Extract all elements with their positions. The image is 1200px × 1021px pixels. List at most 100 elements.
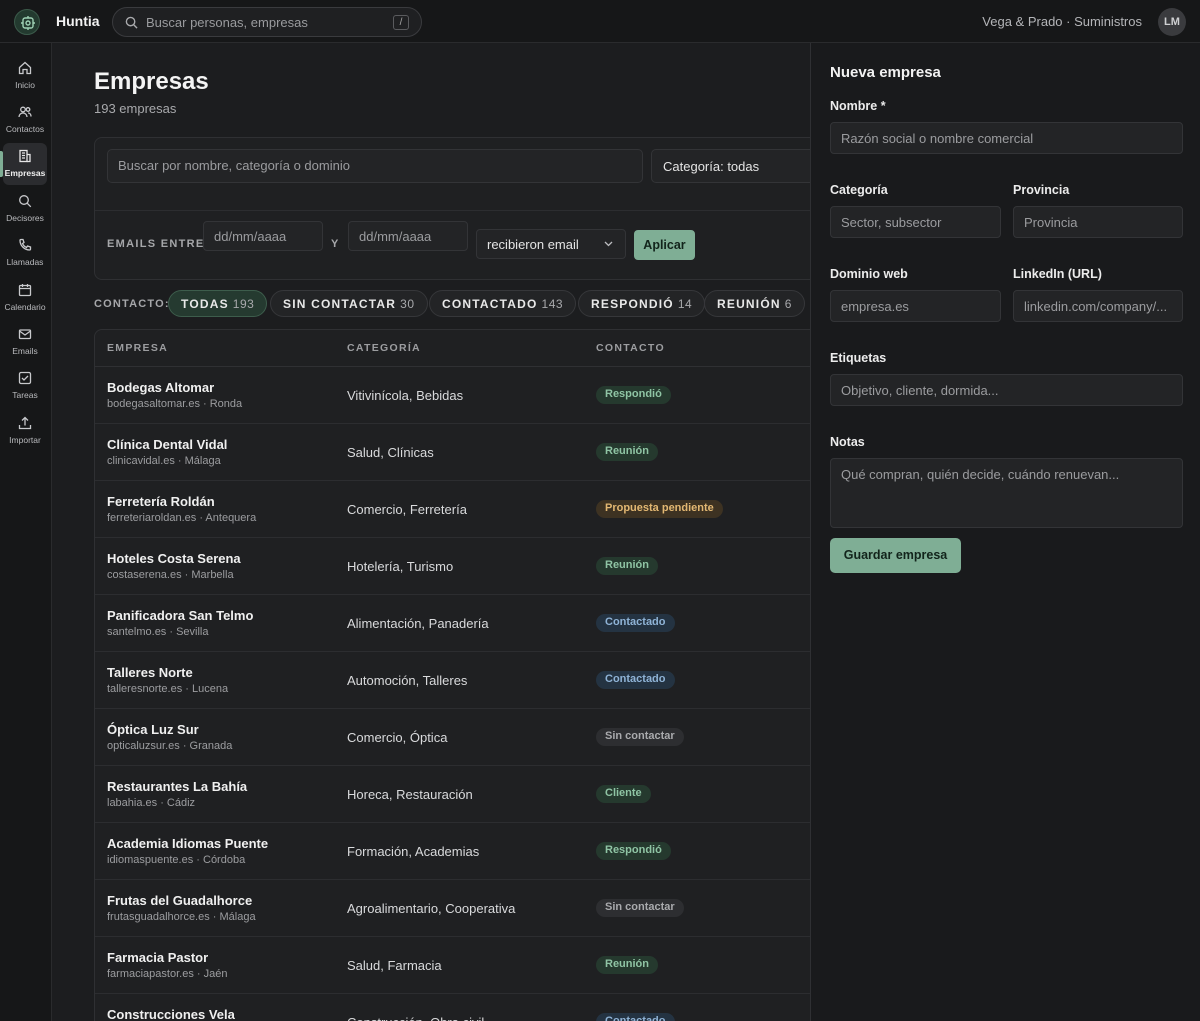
linkedin-input[interactable]	[1024, 299, 1176, 314]
company-name[interactable]: Ferretería Roldán	[107, 494, 215, 509]
linkedin-field[interactable]	[1013, 290, 1183, 322]
search-icon	[125, 16, 138, 29]
notes-label: Notas	[830, 435, 865, 449]
column-header-company[interactable]: EMPRESA	[107, 342, 168, 354]
sidebar-item-importar[interactable]: Importar	[3, 410, 47, 452]
table-row[interactable]: Construcciones Vela Construcción, Obra ci…	[95, 994, 810, 1021]
company-name[interactable]: Bodegas Altomar	[107, 380, 214, 395]
notes-field[interactable]	[830, 458, 1183, 528]
app-brand: Huntia	[56, 13, 100, 29]
company-domain-city: bodegasaltomar.es · Ronda	[107, 398, 243, 410]
date-to-input[interactable]	[359, 229, 459, 244]
organization-name[interactable]: Vega & Prado · Suministros	[982, 14, 1142, 29]
table-row[interactable]: Talleres Norte talleresnorte.es · Lucena A…	[95, 652, 810, 709]
company-domain-city: talleresnorte.es · Lucena	[107, 683, 229, 695]
status-badge: Contactado	[596, 614, 675, 632]
domain-input[interactable]	[841, 299, 991, 314]
company-name[interactable]: Academia Idiomas Puente	[107, 836, 268, 851]
company-category: Salud, Farmacia	[347, 958, 442, 973]
sidebar-item-tareas[interactable]: Tareas	[3, 365, 47, 407]
province-field[interactable]	[1013, 206, 1183, 238]
pill-count: 6	[784, 297, 792, 311]
sidebar-item-emails[interactable]: Emails	[3, 321, 47, 363]
user-avatar[interactable]: LM	[1158, 8, 1186, 36]
contact-pill-reunion[interactable]: REUNIÓN 6	[704, 290, 805, 317]
table-row[interactable]: Panificadora San Telmo santelmo.es · Sevi…	[95, 595, 810, 652]
email-mode-select[interactable]: recibieron email	[476, 229, 626, 259]
calendar-icon	[18, 284, 32, 297]
category-field[interactable]	[830, 206, 1001, 238]
date-to-field[interactable]	[348, 221, 468, 251]
province-label: Provincia	[1013, 183, 1070, 197]
domain-field[interactable]	[830, 290, 1001, 322]
table-row[interactable]: Frutas del Guadalhorce frutasguadalhorce.…	[95, 880, 810, 937]
emails-between-label: EMAILS ENTRE	[107, 238, 205, 250]
sidebar-item-contactos[interactable]: Contactos	[3, 99, 47, 141]
companies-table: EMPRESA CATEGORÍA CONTACTO Bodegas Altom…	[94, 329, 810, 1021]
company-domain-city: clinicavidal.es · Málaga	[107, 455, 221, 467]
company-domain-city: opticaluzsur.es · Granada	[107, 740, 233, 752]
category-filter[interactable]: Categoría: todas	[651, 149, 810, 183]
table-row[interactable]: Bodegas Altomar bodegasaltomar.es · Ronda…	[95, 367, 810, 424]
table-row[interactable]: Farmacia Pastor farmaciapastor.es · Jaén S…	[95, 937, 810, 994]
app-logo-icon[interactable]	[14, 9, 40, 35]
page-title: Empresas	[94, 68, 209, 95]
save-company-button[interactable]: Guardar empresa	[830, 538, 961, 573]
company-name[interactable]: Farmacia Pastor	[107, 950, 208, 965]
company-name[interactable]: Clínica Dental Vidal	[107, 437, 227, 452]
company-name[interactable]: Talleres Norte	[107, 665, 193, 680]
date-from-input[interactable]	[214, 229, 314, 244]
table-row[interactable]: Restaurantes La Bahía labahia.es · Cádiz H…	[95, 766, 810, 823]
table-row[interactable]: Clínica Dental Vidal clinicavidal.es · Má…	[95, 424, 810, 481]
company-domain-city: labahia.es · Cádiz	[107, 797, 196, 809]
company-domain-city: santelmo.es · Sevilla	[107, 626, 209, 638]
status-badge: Contactado	[596, 671, 675, 689]
global-search-input[interactable]	[146, 14, 386, 31]
sidebar-item-inicio[interactable]: Inicio	[3, 55, 47, 97]
province-input[interactable]	[1024, 215, 1174, 230]
checkbox-icon	[18, 371, 32, 385]
contact-pill-respondio[interactable]: RESPONDIÓ 14	[578, 290, 706, 317]
table-row[interactable]: Hoteles Costa Serena costaserena.es · Mar…	[95, 538, 810, 595]
column-header-category[interactable]: CATEGORÍA	[347, 342, 421, 354]
page-subtitle: 193 empresas	[94, 101, 177, 116]
category-label: Categoría	[830, 183, 888, 197]
sidebar-item-label: Tareas	[12, 390, 38, 400]
tags-field[interactable]	[830, 374, 1183, 406]
status-badge: Cliente	[596, 785, 651, 803]
pill-count: 14	[677, 297, 693, 311]
sidebar-item-decisores[interactable]: Decisores	[3, 188, 47, 230]
column-header-contact[interactable]: CONTACTO	[596, 342, 665, 354]
company-name[interactable]: Restaurantes La Bahía	[107, 779, 247, 794]
sidebar-item-label: Importar	[9, 435, 41, 445]
company-category: Vitivinícola, Bebidas	[347, 388, 464, 403]
table-row[interactable]: Óptica Luz Sur opticaluzsur.es · Granada C…	[95, 709, 810, 766]
sidebar-item-llamadas[interactable]: Llamadas	[3, 232, 47, 274]
company-name[interactable]: Panificadora San Telmo	[107, 608, 253, 623]
date-from-field[interactable]	[203, 221, 323, 251]
notes-textarea[interactable]	[841, 467, 1171, 519]
contact-pill-contactado[interactable]: CONTACTADO 143	[429, 290, 577, 317]
name-input[interactable]	[841, 131, 1171, 146]
category-input[interactable]	[841, 215, 991, 230]
company-name[interactable]: Óptica Luz Sur	[107, 722, 199, 737]
table-row[interactable]: Ferretería Roldán ferreteriaroldan.es · A…	[95, 481, 810, 538]
company-name[interactable]: Frutas del Guadalhorce	[107, 893, 252, 908]
contact-pill-todas[interactable]: TODAS 193	[168, 290, 268, 317]
contact-pill-sin-contactar[interactable]: SIN CONTACTAR 30	[270, 290, 428, 317]
pill-count: 143	[541, 297, 564, 311]
company-search-input[interactable]	[118, 158, 618, 173]
company-search[interactable]	[107, 149, 643, 183]
apply-button[interactable]: Aplicar	[634, 230, 695, 260]
sidebar-item-empresas[interactable]: Empresas	[3, 143, 47, 185]
company-category: Formación, Academias	[347, 844, 480, 859]
global-search[interactable]: /	[112, 7, 422, 37]
name-field[interactable]	[830, 122, 1183, 154]
tags-input[interactable]	[841, 383, 1171, 398]
sidebar-item-calendario[interactable]: Calendario	[3, 277, 47, 319]
company-name[interactable]: Construcciones Vela	[107, 1007, 235, 1021]
company-name[interactable]: Hoteles Costa Serena	[107, 551, 241, 566]
table-row[interactable]: Academia Idiomas Puente idiomaspuente.es …	[95, 823, 810, 880]
sidebar-item-label: Decisores	[6, 213, 44, 223]
company-domain-city: idiomaspuente.es · Córdoba	[107, 854, 246, 866]
